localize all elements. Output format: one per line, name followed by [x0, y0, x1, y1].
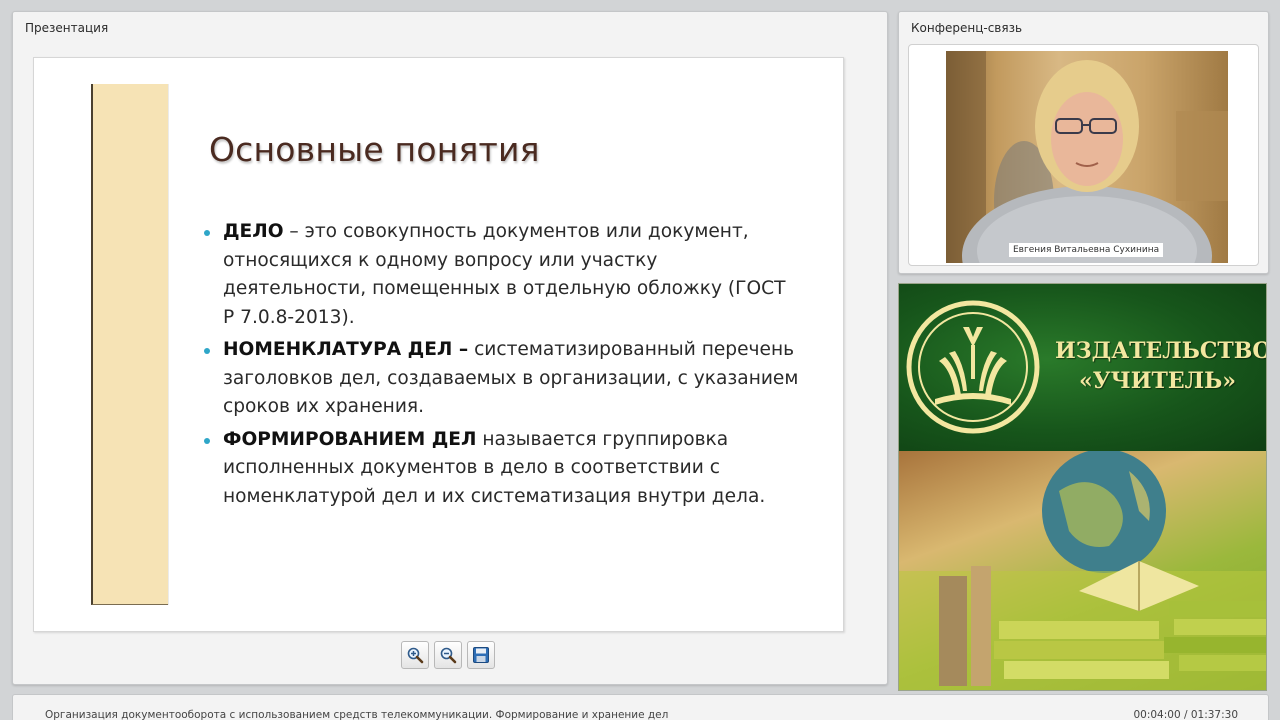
- participant-name-label: Евгения Витальевна Сухинина: [1009, 243, 1164, 257]
- ad-publisher-text: ИЗДАТЕЛЬСТВО «УЧИТЕЛЬ»: [1055, 336, 1267, 396]
- zoom-in-button[interactable]: [401, 641, 429, 669]
- publisher-ad-banner[interactable]: ИЗДАТЕЛЬСТВО «УЧИТЕЛЬ»: [898, 283, 1267, 691]
- webcam-video: Евгения Витальевна Сухинина: [946, 51, 1228, 263]
- books-and-globe-image: [899, 449, 1266, 690]
- bullet-item: ФОРМИРОВАНИЕМ ДЕЛ называется группировка…: [201, 426, 801, 512]
- course-title: Организация документооборота с использов…: [45, 709, 669, 720]
- ad-image-section: [899, 449, 1266, 690]
- playback-time: 00:04:00 / 01:37:30: [1133, 709, 1238, 720]
- video-frame: Евгения Витальевна Сухинина: [908, 44, 1259, 266]
- bullet-term: НОМЕНКЛАТУРА ДЕЛ –: [223, 339, 469, 360]
- slide-bullet-list: ДЕЛО – это совокупность документов или д…: [201, 218, 801, 515]
- zoom-out-button[interactable]: [434, 641, 462, 669]
- presenter-image: [946, 51, 1228, 263]
- bullet-term: ДЕЛО: [223, 221, 284, 242]
- publisher-logo-icon: [906, 300, 1040, 434]
- zoom-in-icon: [407, 647, 424, 664]
- bullet-item: ДЕЛО – это совокупность документов или д…: [201, 218, 801, 332]
- bullet-item: НОМЕНКЛАТУРА ДЕЛ – систематизированный п…: [201, 336, 801, 422]
- ad-line-1: ИЗДАТЕЛЬСТВО: [1055, 338, 1267, 364]
- conference-panel: Конференц-связь Евгения Витальевна Сухин…: [898, 11, 1269, 274]
- conference-panel-title: Конференц-связь: [911, 21, 1023, 35]
- slide-decor-bar: [91, 84, 168, 605]
- bullet-text: – это совокупность документов или докуме…: [223, 221, 786, 328]
- zoom-out-icon: [440, 647, 457, 664]
- slide-title: Основные понятия: [209, 130, 540, 169]
- floppy-disk-icon: [473, 647, 489, 663]
- ad-top-section: ИЗДАТЕЛЬСТВО «УЧИТЕЛЬ»: [899, 284, 1267, 451]
- ad-line-2: «УЧИТЕЛЬ»: [1079, 368, 1236, 394]
- status-bar: Организация документооборота с использов…: [12, 694, 1269, 720]
- slide: Основные понятия ДЕЛО – это совокупность…: [33, 57, 844, 632]
- save-button[interactable]: [467, 641, 495, 669]
- bullet-term: ФОРМИРОВАНИЕМ ДЕЛ: [223, 428, 477, 450]
- presentation-panel-title: Презентация: [25, 21, 109, 35]
- presentation-panel: Презентация Основные понятия ДЕЛО – это …: [12, 11, 888, 685]
